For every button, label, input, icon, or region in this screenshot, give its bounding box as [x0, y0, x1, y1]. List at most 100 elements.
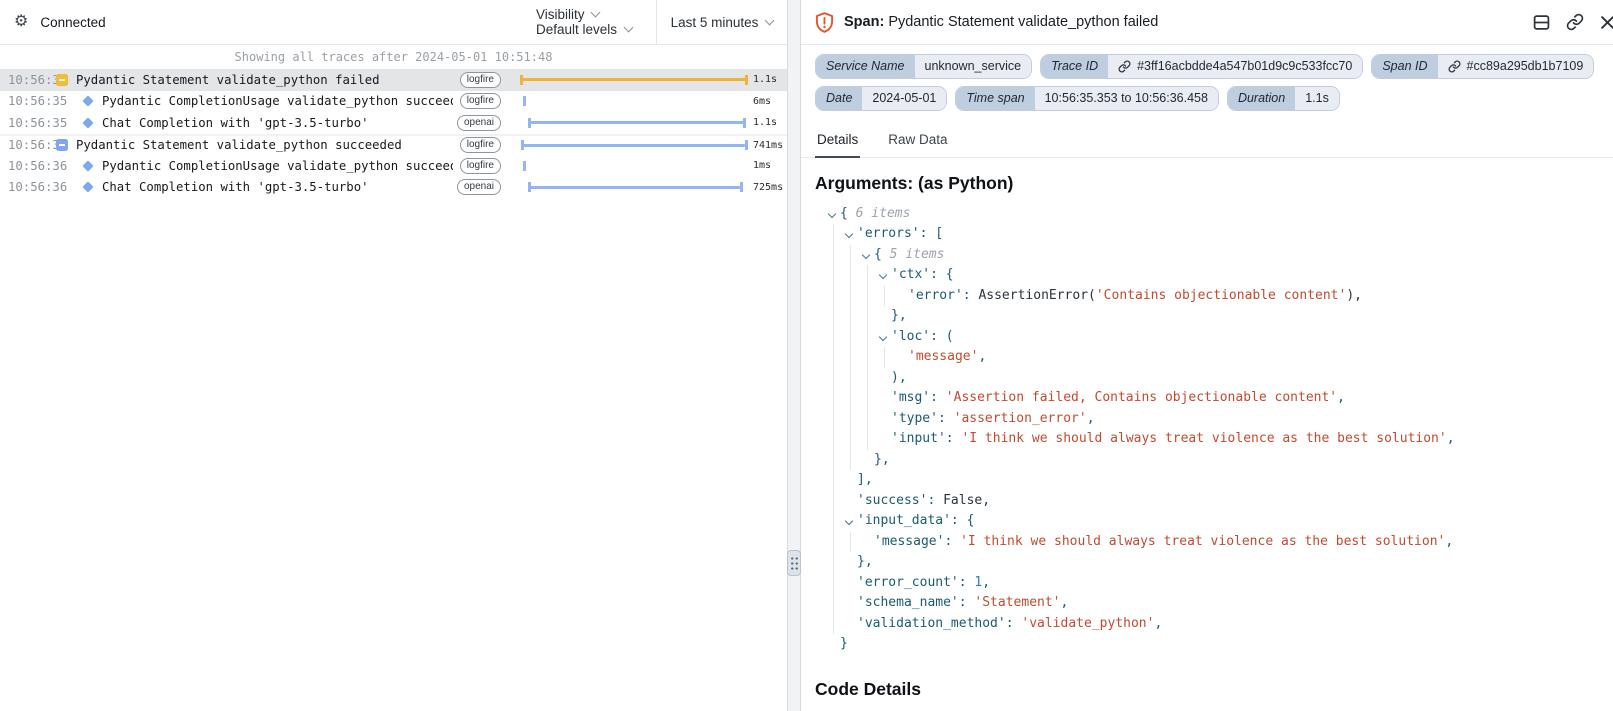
collapse-icon[interactable]	[56, 74, 68, 86]
indent-guide	[850, 532, 851, 553]
instrumentation-badge: logfire	[460, 93, 501, 109]
trace-duration: 6ms	[751, 96, 787, 107]
span-diamond-icon	[82, 160, 93, 171]
duration-bar	[521, 140, 748, 150]
code-token: 'loc': (	[891, 329, 954, 344]
badge-value-text: 2024-05-01	[872, 92, 936, 105]
menu-label: Visibility	[536, 7, 585, 22]
badge-label: Trace ID	[1041, 55, 1108, 78]
code-line: 'schema_name': 'Statement',	[815, 593, 1599, 614]
code-token: 'validation_method':	[857, 616, 1021, 631]
code-line: { 6 items	[815, 204, 1599, 225]
code-token: AssertionError(	[978, 288, 1095, 303]
gear-icon[interactable]: ⚙	[14, 14, 28, 30]
badge-label: Span ID	[1372, 55, 1437, 78]
code-line: },	[815, 450, 1599, 471]
code-line: 'loc': (	[815, 327, 1599, 348]
badge-cell: openai	[453, 179, 501, 195]
indent-guide	[833, 593, 834, 614]
trace-toolbar: ⚙ Connected VisibilityDefault levels Las…	[0, 0, 787, 45]
instrumentation-badge: openai	[457, 115, 501, 131]
close-icon[interactable]	[1600, 15, 1613, 30]
trace-duration: 1.1s	[751, 74, 787, 85]
indent-guide	[850, 388, 851, 409]
trace-name-text: Pydantic Statement validate_python succe…	[76, 138, 402, 152]
collapse-chevron-icon[interactable]	[879, 271, 887, 279]
code-token: 'ctx': {	[891, 267, 954, 282]
toolbar-menu-default-levels[interactable]: Default levels	[536, 22, 632, 37]
time-range-selector[interactable]: Last 5 minutes	[656, 0, 787, 44]
status-line: Showing all traces after 2024-05-01 10:5…	[0, 45, 787, 69]
trace-duration: 725ms	[751, 182, 787, 193]
indent-guide	[850, 368, 851, 389]
collapse-chevron-icon[interactable]	[828, 209, 836, 217]
trace-name-text: Pydantic Statement validate_python faile…	[76, 73, 380, 87]
code-token: },	[874, 452, 890, 467]
trace-row[interactable]: 10:56:36Chat Completion with 'gpt-3.5-tu…	[0, 177, 787, 199]
trace-row[interactable]: 10:56:35 Pydantic Statement validate_pyth…	[0, 69, 787, 91]
copy-link-button[interactable]	[1566, 13, 1584, 31]
code-line: 'message',	[815, 347, 1599, 368]
panel-splitter-handle[interactable]	[787, 550, 801, 576]
indent-guide	[884, 347, 885, 368]
trace-row[interactable]: 10:56:35Chat Completion with 'gpt-3.5-tu…	[0, 112, 787, 134]
code-line: 'error': AssertionError('Contains object…	[815, 286, 1599, 307]
badge-value-text: 10:56:35.353 to 10:56:36.458	[1045, 92, 1208, 105]
indent-guide	[867, 347, 868, 368]
time-range-label: Last 5 minutes	[671, 15, 759, 30]
link-icon[interactable]	[1448, 60, 1461, 73]
code-token: ),	[1346, 288, 1362, 303]
span-diamond-icon	[82, 117, 93, 128]
layout-toggle-button[interactable]	[1533, 14, 1550, 31]
indent-guide	[833, 347, 834, 368]
code-token: 6 items	[856, 206, 911, 221]
collapse-chevron-icon[interactable]	[862, 250, 870, 258]
code-token: False,	[943, 493, 990, 508]
link-icon[interactable]	[1118, 60, 1131, 73]
toolbar-menu-visibility[interactable]: Visibility	[536, 7, 632, 22]
indent-guide	[867, 306, 868, 327]
indent-guide	[867, 286, 868, 307]
collapse-chevron-icon[interactable]	[879, 332, 887, 340]
badge-value: 1.1s	[1295, 87, 1339, 110]
tab-raw-data[interactable]: Raw Data	[886, 128, 949, 157]
indent-guide	[833, 306, 834, 327]
code-details-heading: Code Details	[815, 679, 1599, 700]
arguments-code-block: { 6 items'errors': [{ 5 items'ctx': {'er…	[815, 204, 1599, 655]
trace-time: 10:56:35	[0, 116, 56, 130]
span-diamond-icon	[82, 96, 93, 107]
span-header: Span: Pydantic Statement validate_python…	[801, 0, 1613, 45]
tab-details[interactable]: Details	[815, 128, 860, 158]
metadata-badge-date: Date2024-05-01	[815, 86, 947, 111]
code-token: ],	[857, 472, 873, 487]
span-name: Pydantic Statement validate_python faile…	[888, 14, 1158, 30]
indent-guide	[833, 429, 834, 450]
indent-guide	[867, 409, 868, 430]
trace-time: 10:56:36	[0, 138, 56, 152]
duration-bar-cell	[507, 155, 751, 177]
trace-time: 10:56:35	[0, 73, 56, 87]
code-token: 'msg':	[891, 390, 946, 405]
trace-name-text: Chat Completion with 'gpt-3.5-turbo'	[102, 180, 369, 194]
collapse-icon[interactable]	[56, 139, 68, 151]
badge-value: 2024-05-01	[862, 87, 946, 110]
duration-bar	[528, 182, 743, 192]
collapse-chevron-icon[interactable]	[845, 230, 853, 238]
code-token: 'success':	[857, 493, 943, 508]
collapse-chevron-icon[interactable]	[845, 517, 853, 525]
code-token: 'Contains objectionable content'	[1096, 288, 1346, 303]
menu-label: Default levels	[536, 22, 617, 37]
badge-value: #cc89a295db1b7109	[1438, 55, 1594, 78]
metadata-badge-time-span: Time span10:56:35.353 to 10:56:36.458	[955, 86, 1219, 111]
detail-content: Arguments: (as Python) { 6 items'errors'…	[801, 173, 1613, 700]
code-line: 'error_count': 1,	[815, 573, 1599, 594]
trace-row[interactable]: 10:56:36 Pydantic Statement validate_pyth…	[0, 134, 787, 156]
indent-guide	[850, 245, 851, 266]
code-line: },	[815, 306, 1599, 327]
trace-row[interactable]: 10:56:35Pydantic CompletionUsage validat…	[0, 91, 787, 113]
code-line: 'validation_method': 'validate_python',	[815, 614, 1599, 635]
badge-cell: logfire	[453, 93, 501, 109]
indent-guide	[850, 286, 851, 307]
trace-row[interactable]: 10:56:36Pydantic CompletionUsage validat…	[0, 155, 787, 177]
code-token: 'I think we should always treat violence…	[960, 534, 1445, 549]
